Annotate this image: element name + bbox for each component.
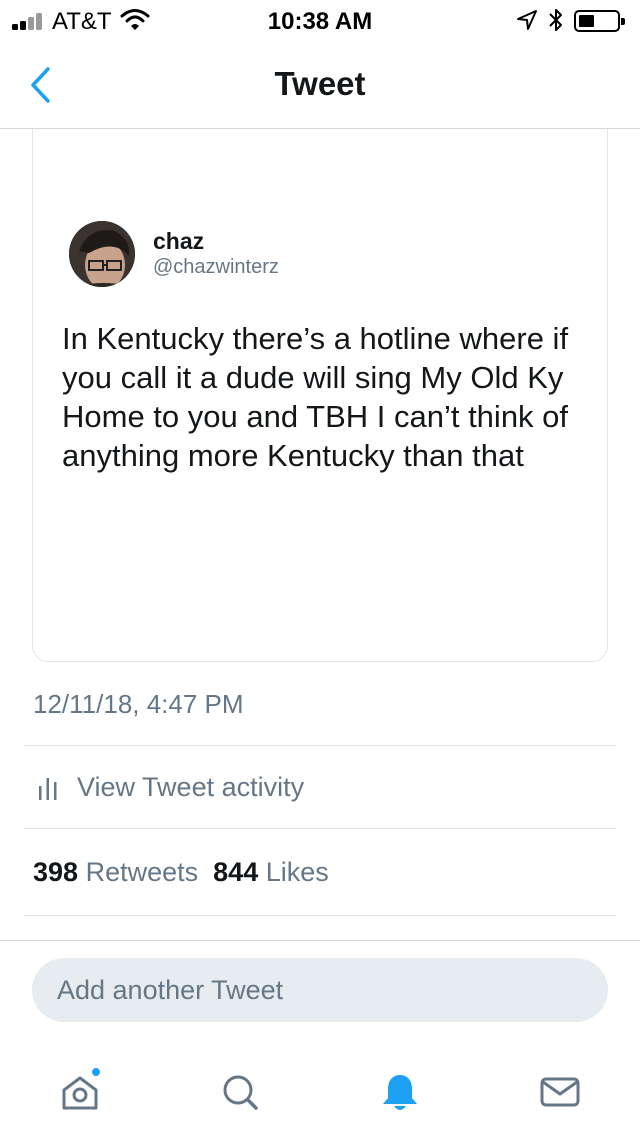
avatar[interactable] — [69, 221, 135, 287]
page-title: Tweet — [274, 65, 366, 102]
engagement-stats: 398 Retweets 844 Likes — [33, 857, 329, 888]
clock: 10:38 AM — [267, 8, 373, 35]
retweets-link[interactable]: 398 Retweets — [33, 857, 198, 887]
reply-bar: Add another Tweet — [0, 940, 640, 1040]
bluetooth-icon — [548, 7, 564, 38]
tweet-detail-screen: AT&T 10:38 AM Tweet chaz @chazwinterz In… — [0, 0, 640, 1136]
location-icon — [516, 9, 538, 36]
status-bar: AT&T 10:38 AM — [0, 0, 640, 40]
battery-icon — [574, 10, 625, 32]
tab-search[interactable] — [210, 1062, 270, 1122]
home-badge — [90, 1066, 102, 1078]
tab-messages[interactable] — [530, 1062, 590, 1122]
activity-label: View Tweet activity — [77, 772, 305, 802]
retweets-count: 398 — [33, 857, 79, 887]
author-handle[interactable]: @chazwinterz — [153, 256, 279, 279]
divider — [24, 828, 616, 829]
tab-notifications[interactable] — [370, 1062, 430, 1122]
likes-count: 844 — [213, 857, 259, 887]
tweet-timestamp: 12/11/18, 4:47 PM — [33, 689, 244, 719]
likes-label: Likes — [265, 857, 329, 887]
bar-chart-icon — [39, 778, 57, 800]
likes-link[interactable]: 844 Likes — [213, 857, 329, 887]
divider — [24, 915, 616, 916]
retweets-label: Retweets — [85, 857, 199, 887]
search-icon — [223, 1075, 258, 1110]
author-name[interactable]: chaz — [153, 228, 204, 255]
view-tweet-activity-button[interactable]: View Tweet activity — [24, 746, 616, 828]
embedded-tweet-card[interactable]: chaz @chazwinterz In Kentucky there’s a … — [32, 110, 608, 662]
card-top-mask — [0, 110, 640, 129]
mail-icon — [540, 1077, 580, 1107]
add-another-tweet-input[interactable]: Add another Tweet — [32, 958, 608, 1022]
tab-bar — [0, 1048, 640, 1136]
bell-icon — [383, 1075, 417, 1110]
tweet-text: In Kentucky there’s a hotline where if y… — [62, 321, 569, 473]
tab-home[interactable] — [50, 1062, 110, 1122]
nav-divider — [0, 128, 640, 129]
